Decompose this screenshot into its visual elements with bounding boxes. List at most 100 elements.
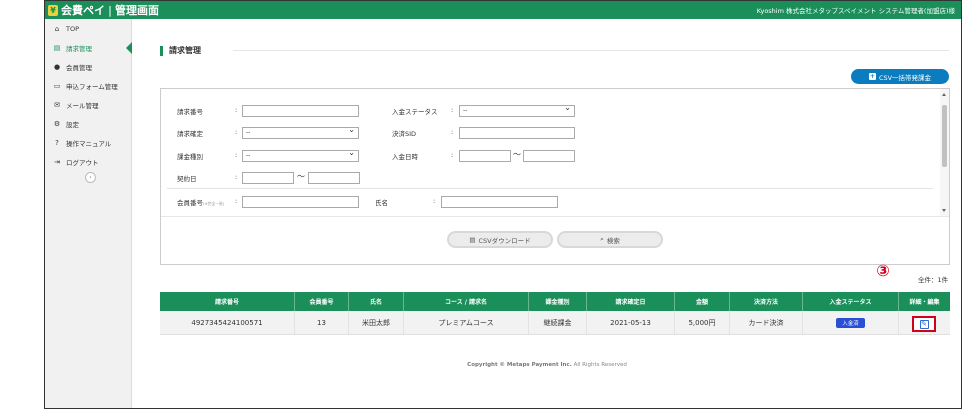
status-badge: 入金済 (836, 317, 865, 328)
member-no-label-text: 会員番号 (177, 199, 203, 207)
colon: : (451, 151, 454, 159)
col-detail-edit: 詳細・編集 (909, 299, 940, 306)
invoice-confirm-select[interactable]: -- (242, 125, 359, 139)
payment-status-label: 入金ステータス (392, 108, 438, 116)
search-icon: ⌕ (600, 235, 604, 243)
col-payment-status: 入金ステータス (803, 292, 899, 311)
search-actions: ▤ CSVダウンロード ⌕ 検索 (161, 216, 949, 264)
copyright-text: Copyright © Metaps Payment Inc. (467, 362, 572, 368)
billing-type-select[interactable]: -- (242, 148, 359, 162)
footer: Copyright © Metaps Payment Inc. All Righ… (133, 362, 961, 368)
contract-date-from[interactable] (242, 172, 294, 184)
form-icon: ▭ (53, 81, 61, 90)
colon: : (235, 128, 238, 136)
invoice-no-label: 請求番号 (177, 108, 203, 116)
cell-payment-status: 入金済 (803, 311, 899, 334)
title-accent (160, 45, 163, 56)
payment-date-from[interactable] (459, 150, 511, 162)
col-confirm-date: 請求確定日 (587, 292, 675, 311)
col-billing-type: 課金種別 (529, 292, 587, 311)
sidebar-item-members[interactable]: ● 会員管理 (45, 57, 131, 76)
colon: : (235, 151, 238, 159)
name-input[interactable] (441, 196, 558, 208)
top-bar: ¥ 会費ペイ | 管理画面 Kyoshim 株式会社メタップスペイメント システ… (45, 1, 961, 19)
cell-amount: 5,000円 (675, 311, 730, 334)
logo-admin: 管理画面 (115, 4, 160, 17)
col-member-no: 会員番号 (295, 292, 349, 311)
sidebar-item-label: 申込フォーム管理 (66, 82, 118, 91)
sidebar-item-manual[interactable]: ? 操作マニュアル (45, 133, 131, 152)
contract-date-label: 契約日 (177, 175, 197, 183)
payment-date-label: 入金日時 (392, 153, 418, 161)
collapse-sidebar-button[interactable]: ‹ (85, 172, 96, 183)
question-icon: ? (55, 138, 59, 147)
plus-icon: + (868, 73, 876, 80)
chevron-left-icon: ‹ (89, 174, 92, 181)
user-name: Kyoshim 株式会社メタップスペイメント システム管理者(加盟店)様 (756, 7, 955, 15)
search-button[interactable]: ⌕ 検索 (557, 231, 663, 248)
app-logo[interactable]: ¥ 会費ペイ | 管理画面 (48, 2, 159, 18)
contract-date-to[interactable] (308, 172, 360, 184)
home-icon: ⌂ (54, 24, 60, 33)
cell-invoice-no: 4927345424100571 (160, 311, 295, 334)
wallet-icon: ¥ (48, 4, 58, 16)
scroll-thumb[interactable] (942, 105, 947, 167)
sidebar-item-label: TOP (66, 24, 80, 33)
member-no-input[interactable] (242, 196, 359, 208)
csv-bulk-billing-button[interactable]: + CSV一括帯発課金 (851, 69, 949, 84)
colon: : (433, 197, 436, 205)
csv-bulk-label: CSV一括帯発課金 (878, 73, 932, 82)
colon: : (451, 128, 454, 136)
range-tilde: 〜 (513, 150, 521, 159)
sidebar-item-logout[interactable]: ⇥ ログアウト (45, 152, 131, 171)
cell-member-no: 13 (295, 311, 349, 334)
search-panel: 請求番号 : 入金ステータス : -- 請求確定 : -- 決済SID : 課金… (160, 88, 950, 265)
logo-name: 会費ペイ (61, 4, 105, 17)
csv-download-button[interactable]: ▤ CSVダウンロード (447, 231, 553, 248)
sidebar: ⌂ TOP ▤ 請求管理 ● 会員管理 ▭ 申込フォーム管理 ✉ メール管理 ⚙… (45, 19, 132, 408)
scroll-down-icon[interactable] (942, 209, 946, 212)
rights-text: All Rights Reserved (573, 362, 627, 368)
page-title: 請求管理 (160, 45, 201, 56)
sidebar-item-label: ログアウト (66, 158, 99, 167)
colon: : (235, 106, 238, 114)
payment-date-to[interactable] (523, 150, 575, 162)
user-icon: ● (53, 62, 61, 71)
sidebar-item-forms[interactable]: ▭ 申込フォーム管理 (45, 76, 131, 95)
invoice-no-input[interactable] (242, 105, 359, 117)
file-icon: ▤ (469, 235, 476, 244)
sidebar-item-mail[interactable]: ✉ メール管理 (45, 95, 131, 114)
search-label: 検索 (606, 236, 620, 245)
invoice-confirm-label: 請求確定 (177, 130, 203, 138)
cell-course: プレミアムコース (404, 311, 529, 334)
edit-button[interactable]: ✎ (912, 316, 936, 332)
sidebar-item-settings[interactable]: ⚙ 設定 (45, 114, 131, 133)
payment-status-select[interactable]: -- (459, 103, 575, 117)
search-fields: 請求番号 : 入金ステータス : -- 請求確定 : -- 決済SID : 課金… (161, 89, 939, 216)
range-tilde: 〜 (297, 172, 305, 181)
col-name: 氏名 (349, 292, 404, 311)
scroll-up-icon[interactable] (942, 93, 946, 96)
sidebar-item-top[interactable]: ⌂ TOP (45, 19, 131, 38)
col-invoice-no: 請求番号 (160, 292, 295, 311)
payment-sid-input[interactable] (459, 127, 575, 139)
logout-icon: ⇥ (54, 157, 60, 166)
member-no-label: 会員番号(※完全一致) (177, 197, 224, 207)
page-title-text: 請求管理 (169, 46, 201, 55)
billing-icon: ▤ (53, 43, 61, 52)
colon: : (235, 197, 238, 205)
col-payment-method: 決済方法 (730, 292, 803, 311)
col-amount: 金額 (675, 292, 730, 311)
logo-separator: | (108, 3, 113, 17)
title-divider (233, 50, 949, 51)
colon: : (451, 106, 454, 114)
csv-download-label: CSVダウンロード (478, 236, 531, 245)
browser-frame: ¥ 会費ペイ | 管理画面 Kyoshim 株式会社メタップスペイメント システ… (44, 0, 962, 409)
table-header: 請求番号 会員番号 氏名 コース / 請求名 課金種別 請求確定日 金額 決済方… (160, 292, 950, 311)
sidebar-item-billing[interactable]: ▤ 請求管理 (45, 38, 132, 57)
gear-icon: ⚙ (53, 119, 61, 128)
colon: : (235, 173, 238, 181)
search-scrollbar[interactable] (940, 89, 949, 216)
sidebar-item-label: メール管理 (66, 101, 99, 110)
billing-type-label: 課金種別 (177, 153, 203, 161)
